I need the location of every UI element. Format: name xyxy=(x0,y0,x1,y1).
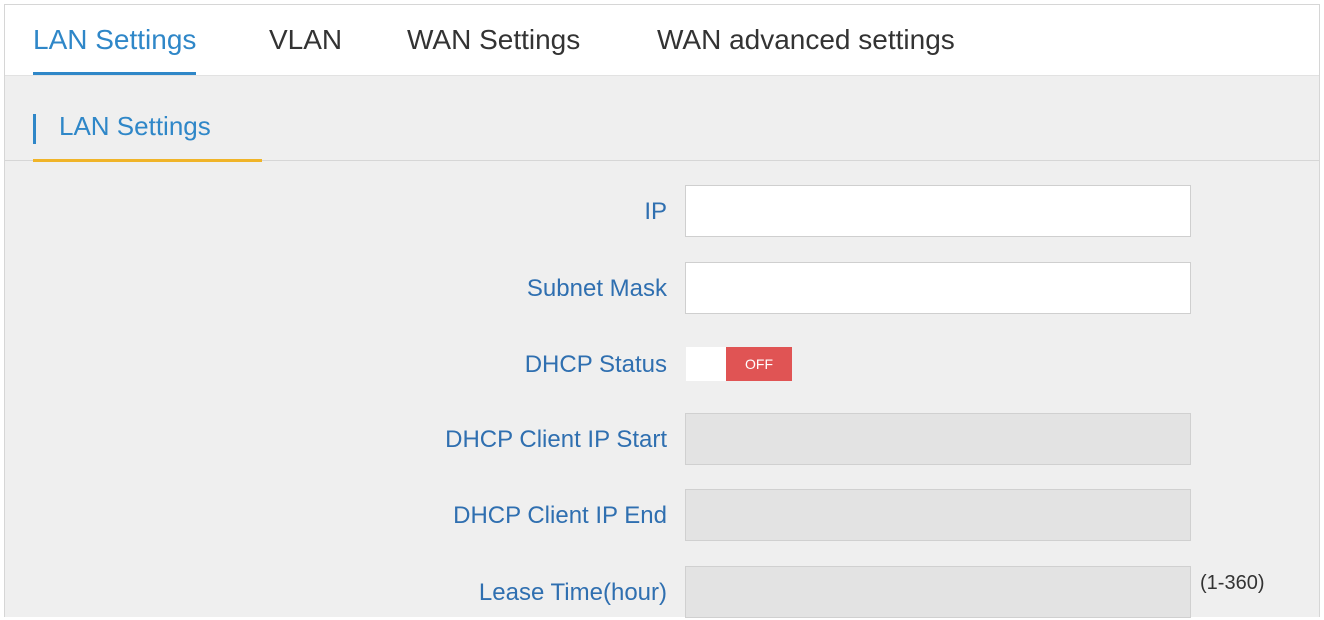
section-header: LAN Settings xyxy=(5,76,1319,162)
ip-input[interactable] xyxy=(685,185,1191,237)
dhcp-status-label: DHCP Status xyxy=(524,351,667,378)
lease-time-input xyxy=(685,566,1191,618)
tab-lan-settings[interactable]: LAN Settings xyxy=(33,5,197,75)
tab-wan-advanced-settings[interactable]: WAN advanced settings xyxy=(657,5,955,75)
toggle-knob xyxy=(686,347,726,381)
lease-time-row: Lease Time(hour) (1-360) xyxy=(5,566,1319,620)
section-underline xyxy=(33,159,262,162)
subnet-mask-row: Subnet Mask xyxy=(5,262,1319,316)
dhcp-status-toggle[interactable]: OFF xyxy=(686,347,792,381)
dhcp-end-row: DHCP Client IP End xyxy=(5,489,1319,543)
lease-time-label: Lease Time(hour) xyxy=(478,579,667,606)
ip-row: IP xyxy=(5,185,1319,239)
section-marker xyxy=(33,114,36,144)
dhcp-start-input xyxy=(685,413,1191,465)
subnet-mask-label: Subnet Mask xyxy=(526,275,667,302)
section-title: LAN Settings xyxy=(59,111,211,141)
tab-wan-settings[interactable]: WAN Settings xyxy=(407,5,580,75)
ip-label: IP xyxy=(644,198,667,225)
tab-bar: LAN Settings VLAN WAN Settings WAN advan… xyxy=(5,5,1319,76)
tab-vlan[interactable]: VLAN xyxy=(269,5,342,75)
dhcp-end-label: DHCP Client IP End xyxy=(453,502,667,529)
dhcp-start-row: DHCP Client IP Start xyxy=(5,413,1319,467)
dhcp-end-input xyxy=(685,489,1191,541)
settings-panel: LAN Settings VLAN WAN Settings WAN advan… xyxy=(4,4,1320,620)
dhcp-status-row: DHCP Status OFF xyxy=(5,338,1319,392)
subnet-mask-input[interactable] xyxy=(685,262,1191,314)
dhcp-start-label: DHCP Client IP Start xyxy=(445,426,667,453)
toggle-state-text: OFF xyxy=(726,347,792,381)
lease-time-range-hint: (1-360) xyxy=(1200,572,1265,594)
